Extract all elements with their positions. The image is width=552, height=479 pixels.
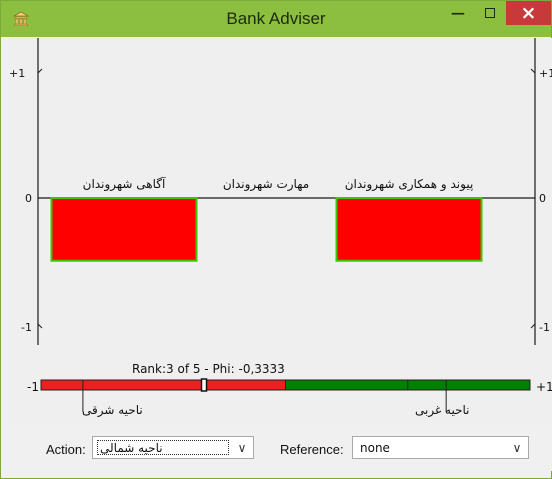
- left-top-label: +1: [9, 67, 25, 80]
- right-top-label: +1: [539, 67, 552, 80]
- minimize-button[interactable]: −: [443, 1, 473, 25]
- action-label: Action:: [46, 442, 86, 457]
- bar-chart: +1 0 -1 +1 0 -1 آگاهی شهروندان مهارت شهرو…: [9, 38, 552, 345]
- chart-panel: +1 0 -1 +1 0 -1 آگاهی شهروندان مهارت شهرو…: [8, 38, 552, 345]
- bars-layer: آگاهی شهروندان مهارت شهروندان پیوند و همکا…: [50, 176, 483, 262]
- close-icon: ×: [520, 1, 537, 24]
- scale-right-label: +1: [536, 380, 552, 394]
- negative-range-bar: [40, 379, 286, 391]
- close-button[interactable]: ×: [506, 1, 551, 25]
- bar-label-2: مهارت شهروندان: [223, 177, 309, 192]
- controls-panel: Action: ناحیه شمالی ∨ Reference: none ∨: [8, 426, 552, 471]
- minimize-icon: −: [449, 1, 467, 25]
- right-region-label: ناحیه غربی: [415, 403, 470, 418]
- bar-label-3: پیوند و همکاری شهروندان: [345, 177, 474, 192]
- reference-selected-value: none: [360, 441, 390, 455]
- bar-label-1: آگاهی شهروندان: [83, 176, 166, 192]
- rank-scale-panel: Rank:3 of 5 - Phi: -0,3333 -1 +1 ناحیه ش…: [8, 345, 552, 427]
- bar-1: [50, 197, 198, 262]
- maximize-icon: [485, 8, 495, 18]
- phi-marker: [200, 378, 208, 392]
- left-bottom-label: -1: [21, 321, 32, 334]
- bar-3: [335, 197, 483, 262]
- main-window: Bank Adviser − × +1 0 -1 +1 0 -1 آگاهی ش…: [0, 0, 552, 479]
- right-zero-label: 0: [539, 192, 546, 205]
- action-select[interactable]: ناحیه شمالی ∨: [92, 436, 254, 459]
- right-bottom-label: -1: [539, 321, 550, 334]
- left-zero-label: 0: [25, 192, 32, 205]
- left-region-label: ناحیه شرقی: [82, 403, 143, 418]
- rank-text: Rank:3 of 5 - Phi: -0,3333: [132, 362, 285, 376]
- reference-select[interactable]: none ∨: [352, 436, 529, 459]
- rank-scale-chart: Rank:3 of 5 - Phi: -0,3333 -1 +1 ناحیه ش…: [27, 362, 552, 418]
- chevron-down-icon[interactable]: ∨: [506, 437, 528, 458]
- action-selected-value: ناحیه شمالی: [100, 441, 163, 455]
- title-bar: Bank Adviser − ×: [1, 1, 551, 37]
- scale-left-label: -1: [27, 380, 39, 394]
- reference-label: Reference:: [280, 442, 344, 457]
- maximize-button[interactable]: [475, 1, 505, 25]
- chevron-down-icon[interactable]: ∨: [231, 437, 253, 458]
- bank-icon: [13, 11, 29, 26]
